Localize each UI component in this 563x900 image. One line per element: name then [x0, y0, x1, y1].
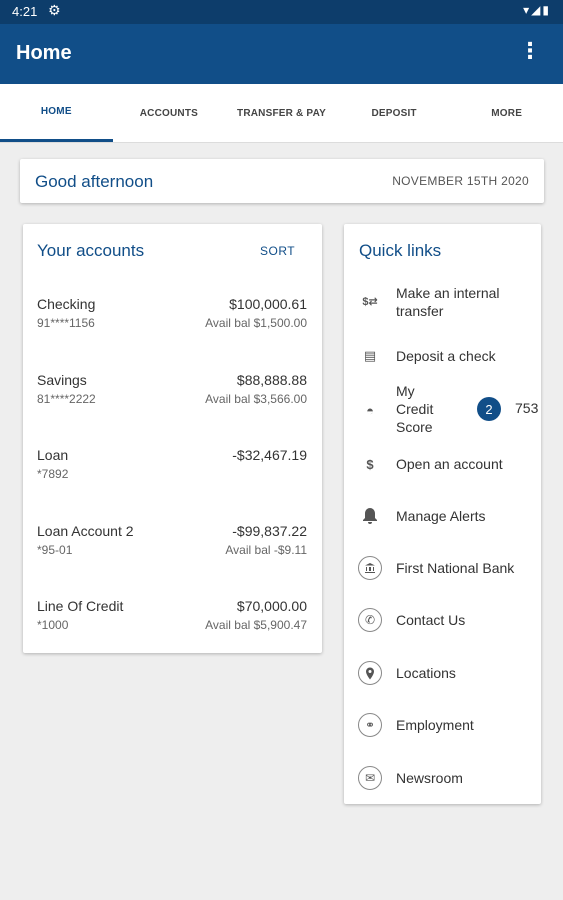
quick-link-open-account[interactable]: $ Open an account — [358, 452, 533, 476]
tab-more[interactable]: MORE — [450, 84, 563, 142]
pin-icon — [358, 661, 382, 685]
account-balance: $70,000.00 — [236, 598, 307, 614]
quick-link-credit-score[interactable]: ◓ My Credit Score 2 753 — [358, 382, 538, 438]
account-number: 91****1156 — [37, 316, 95, 330]
account-balance: $88,888.88 — [236, 372, 307, 388]
account-available-balance: Avail bal -$9.11 — [225, 543, 307, 557]
account-number: *7892 — [37, 467, 69, 481]
bell-icon — [358, 504, 382, 528]
mail-icon: ✉ — [358, 766, 382, 790]
quick-links-heading: Quick links — [359, 241, 442, 260]
quick-links-card: Quick links $⇄ Make an internal transfer… — [344, 224, 541, 804]
quick-link-contact-us[interactable]: ✆ Contact Us — [358, 608, 533, 632]
phone-icon: ✆ — [358, 608, 382, 632]
quick-link-label: First National Bank — [396, 560, 515, 576]
quick-link-label: Make an internal transfer — [396, 285, 500, 319]
tab-accounts[interactable]: ACCOUNTS — [113, 84, 226, 142]
quick-link-label: My Credit Score — [396, 383, 434, 435]
quick-link-label: Employment — [396, 717, 474, 733]
greeting-text: Good afternoon — [35, 172, 154, 191]
transfer-icon: $⇄ — [362, 295, 378, 308]
account-name: Loan Account 2 — [37, 523, 134, 539]
quick-link-internal-transfer[interactable]: $⇄ Make an internal transfer — [358, 284, 533, 324]
greeting-date: NOVEMBER 15TH 2020 — [392, 174, 529, 188]
quick-link-label: Manage Alerts — [396, 508, 486, 524]
quick-link-newsroom[interactable]: ✉ Newsroom — [358, 766, 533, 790]
handshake-icon: ⚭ — [358, 713, 382, 737]
gear-icon: ⚙ — [48, 2, 61, 18]
check-icon: ▤ — [363, 348, 377, 363]
credit-score-badge: 2 — [477, 397, 501, 421]
gauge-icon: ◓ — [366, 402, 374, 418]
account-name: Checking — [37, 296, 96, 312]
quick-link-employment[interactable]: ⚭ Employment — [358, 713, 533, 737]
account-name: Line Of Credit — [37, 598, 124, 614]
credit-score-value: 753 — [515, 400, 539, 416]
app-bar: Home ⋮ — [0, 24, 563, 84]
account-available-balance: Avail bal $1,500.00 — [205, 316, 307, 330]
account-number: *1000 — [37, 618, 69, 632]
account-row-checking[interactable]: Checking 91****1156 $100,000.61 Avail ba… — [37, 296, 307, 336]
account-name: Loan — [37, 447, 69, 463]
greeting-card: Good afternoon NOVEMBER 15TH 2020 — [20, 159, 544, 203]
page-title: Home — [16, 42, 72, 64]
quick-link-label: Newsroom — [396, 770, 463, 786]
bank-icon — [358, 556, 382, 580]
account-row-loan-account-2[interactable]: Loan Account 2 *95-01 -$99,837.22 Avail … — [37, 523, 307, 563]
tab-bar: HOME ACCOUNTS TRANSFER & PAY DEPOSIT MOR… — [0, 84, 563, 143]
quick-link-manage-alerts[interactable]: Manage Alerts — [358, 504, 533, 528]
tab-home[interactable]: HOME — [0, 84, 113, 142]
account-balance: $100,000.61 — [229, 296, 307, 312]
accounts-card: Your accounts SORT Checking 91****1156 $… — [23, 224, 322, 653]
tab-deposit[interactable]: DEPOSIT — [338, 84, 451, 142]
quick-link-first-national-bank[interactable]: First National Bank — [358, 556, 533, 580]
account-balance: -$32,467.19 — [232, 447, 307, 463]
tab-transfer-pay[interactable]: TRANSFER & PAY — [225, 84, 338, 142]
account-available-balance: Avail bal $3,566.00 — [205, 392, 307, 406]
account-number: 81****2222 — [37, 392, 96, 406]
quick-link-label: Deposit a check — [396, 348, 496, 364]
quick-link-locations[interactable]: Locations — [358, 661, 533, 685]
quick-link-label: Locations — [396, 665, 456, 681]
status-time: 4:21 — [12, 4, 38, 19]
account-row-loan[interactable]: Loan *7892 -$32,467.19 — [37, 447, 307, 487]
account-balance: -$99,837.22 — [232, 523, 307, 539]
quick-link-deposit-check[interactable]: ▤ Deposit a check — [358, 344, 533, 368]
account-number: *95-01 — [37, 543, 73, 557]
overflow-menu-icon[interactable]: ⋮ — [519, 38, 541, 64]
account-row-line-of-credit[interactable]: Line Of Credit *1000 $70,000.00 Avail ba… — [37, 598, 307, 638]
quick-link-label: Open an account — [396, 456, 503, 472]
sort-button[interactable]: SORT — [260, 244, 295, 258]
system-status-icons: ▾◢▮ — [523, 3, 551, 17]
status-bar: 4:21 ⚙ ▾◢▮ — [0, 0, 563, 24]
account-available-balance: Avail bal $5,900.47 — [205, 618, 307, 632]
accounts-heading: Your accounts — [37, 241, 145, 260]
account-name: Savings — [37, 372, 87, 388]
money-plus-icon: $ — [366, 456, 374, 472]
account-row-savings[interactable]: Savings 81****2222 $88,888.88 Avail bal … — [37, 372, 307, 412]
quick-link-label: Contact Us — [396, 612, 466, 628]
